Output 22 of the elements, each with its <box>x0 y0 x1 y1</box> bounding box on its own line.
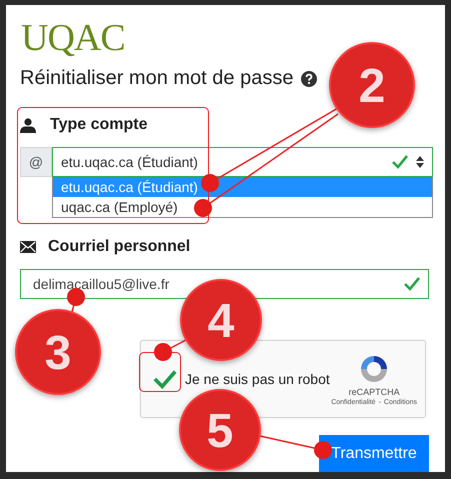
page-title: Réinitialiser mon mot de passe <box>20 67 294 90</box>
dropdown-option[interactable]: uqac.ca (Employé) <box>53 197 432 217</box>
email-field[interactable]: delimacaillou5@live.fr <box>20 269 429 299</box>
callout-badge: 5 <box>179 389 261 471</box>
callout-badge: 4 <box>180 279 262 361</box>
person-icon <box>20 118 36 132</box>
captcha-label: Je ne suis pas un robot <box>185 371 331 387</box>
check-icon <box>404 277 420 291</box>
envelope-icon <box>20 241 36 253</box>
captcha-brand: reCAPTCHA <box>348 386 400 396</box>
check-icon <box>392 155 408 169</box>
input-addon: @ <box>20 147 52 177</box>
help-icon[interactable] <box>301 70 318 86</box>
caret-icon <box>416 156 424 168</box>
field-label: Courriel personnel <box>48 238 190 256</box>
callout-badge: 3 <box>15 309 101 395</box>
account-type-select[interactable]: etu.uqac.ca (Étudiant) <box>52 147 433 177</box>
logo: UQAC <box>21 19 126 57</box>
submit-button[interactable]: Transmettre <box>319 435 429 472</box>
leader-line <box>154 339 186 361</box>
field-label: Type compte <box>50 116 148 134</box>
callout-badge: 2 <box>329 42 415 128</box>
